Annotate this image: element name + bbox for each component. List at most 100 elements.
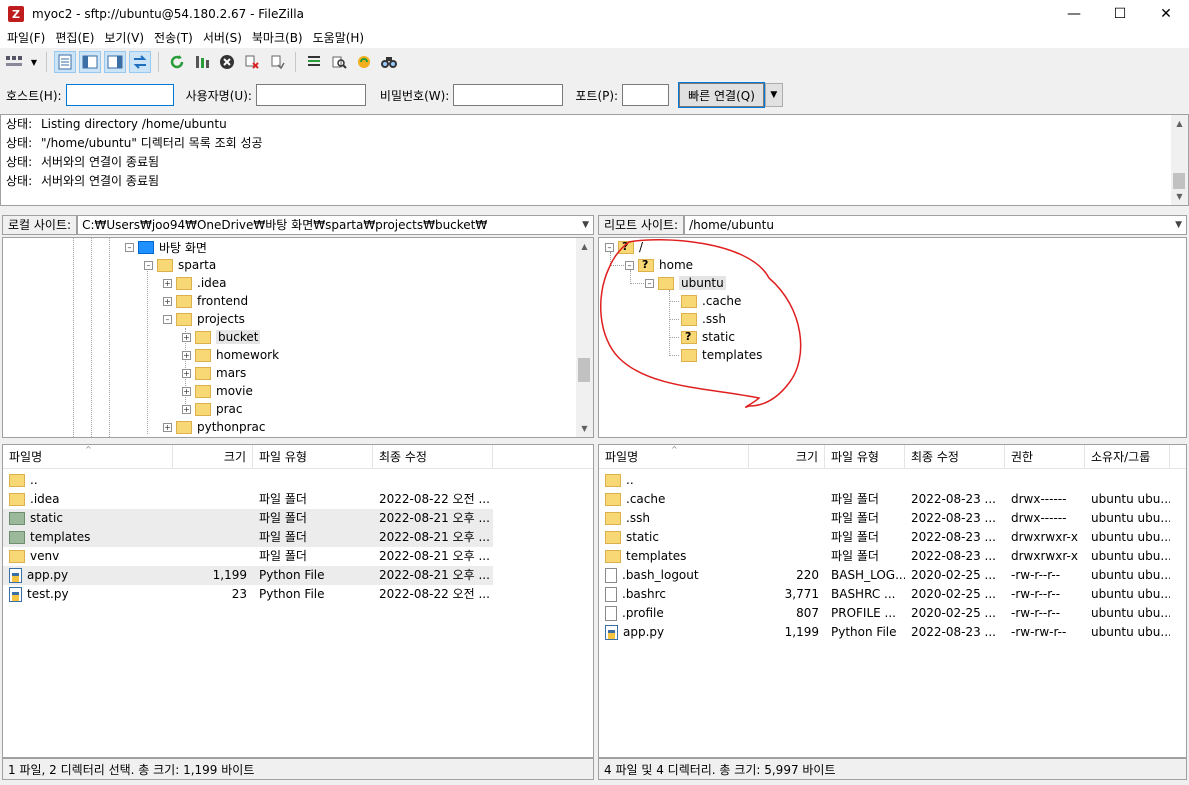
expand-icon[interactable]: + <box>163 278 172 288</box>
tree-node-projects[interactable]: – projects <box>163 310 245 328</box>
scroll-up-icon[interactable]: ▲ <box>576 238 593 255</box>
reconnect-icon[interactable] <box>266 51 288 73</box>
minimize-button[interactable]: — <box>1051 0 1097 28</box>
table-row[interactable]: static 파일 폴더 2022-08-23 ... drwxrwxr-x u… <box>599 528 1186 547</box>
password-input[interactable] <box>453 84 564 106</box>
collapse-icon[interactable]: – <box>605 242 614 252</box>
column-header-size[interactable]: 크기 <box>749 445 825 469</box>
collapse-icon[interactable]: – <box>163 314 172 324</box>
remote-site-label: 리모트 사이트: <box>598 215 685 235</box>
table-row[interactable]: .bash_logout 220 BASH_LOG... 2020-02-25 … <box>599 566 1186 585</box>
collapse-icon[interactable]: – <box>144 260 153 270</box>
refresh-icon[interactable] <box>166 51 188 73</box>
tree-node-movie[interactable]: + movie <box>182 382 253 400</box>
chevron-down-icon[interactable]: ▼ <box>1175 216 1182 234</box>
menu-transfer[interactable]: 전송(T) <box>149 28 198 48</box>
expand-icon[interactable]: + <box>163 296 172 306</box>
tree-node-frontend[interactable]: + frontend <box>163 292 248 310</box>
menu-server[interactable]: 서버(S) <box>198 28 247 48</box>
tree-node-idea[interactable]: + .idea <box>163 274 227 292</box>
scroll-up-icon[interactable]: ▲ <box>1171 115 1188 132</box>
remote-tree-cache[interactable]: .cache <box>681 292 741 310</box>
expand-icon[interactable]: + <box>182 404 191 414</box>
remote-tree-ubuntu[interactable]: – ubuntu <box>645 274 726 292</box>
table-row[interactable]: app.py 1,199 Python File 2022-08-21 오후 .… <box>3 566 593 585</box>
expand-icon[interactable]: + <box>182 332 191 342</box>
menu-bookmarks[interactable]: 북마크(B) <box>247 28 308 48</box>
maximize-button[interactable]: ☐ <box>1097 0 1143 28</box>
port-input[interactable] <box>622 84 670 106</box>
column-header-modified[interactable]: 최종 수정 <box>905 445 1005 469</box>
disconnect-icon[interactable] <box>241 51 263 73</box>
collapse-icon[interactable]: – <box>625 260 634 270</box>
local-path-input[interactable]: C:₩Users₩joo94₩OneDrive₩바탕 화면₩sparta₩pro… <box>77 215 594 235</box>
table-row[interactable]: .. <box>3 471 593 490</box>
remote-tree-static[interactable]: static <box>681 328 735 346</box>
cancel-operation-icon[interactable] <box>216 51 238 73</box>
host-input[interactable] <box>65 84 174 106</box>
table-row[interactable]: templates 파일 폴더 2022-08-21 오후 ... <box>3 528 593 547</box>
menu-help[interactable]: 도움말(H) <box>308 28 370 48</box>
username-input[interactable] <box>255 84 366 106</box>
scrollbar-thumb[interactable] <box>578 358 590 382</box>
table-row[interactable]: venv 파일 폴더 2022-08-21 오후 ... <box>3 547 593 566</box>
remote-tree-ssh[interactable]: .ssh <box>681 310 726 328</box>
menu-edit[interactable]: 편집(E) <box>50 28 99 48</box>
column-header-modified[interactable]: 최종 수정 <box>373 445 493 469</box>
table-row[interactable]: test.py 23 Python File 2022-08-22 오전 ... <box>3 585 593 604</box>
table-row[interactable]: .profile 807 PROFILE ... 2020-02-25 ... … <box>599 604 1186 623</box>
table-row[interactable]: .. <box>599 471 1186 490</box>
column-header-type[interactable]: 파일 유형 <box>253 445 373 469</box>
table-row[interactable]: app.py 1,199 Python File 2022-08-23 ... … <box>599 623 1186 642</box>
process-queue-icon[interactable] <box>191 51 213 73</box>
expand-icon[interactable]: + <box>182 368 191 378</box>
log-scrollbar[interactable]: ▲ ▼ <box>1171 115 1188 205</box>
toggle-local-tree-icon[interactable] <box>79 51 101 73</box>
quickconnect-dropdown-icon[interactable]: ▼ <box>764 83 783 107</box>
local-tree-scrollbar[interactable]: ▲ ▼ <box>576 238 593 437</box>
chevron-down-icon[interactable]: ▼ <box>582 216 589 234</box>
tree-node-pythonprac[interactable]: + pythonprac <box>163 418 265 436</box>
menu-file[interactable]: 파일(F) <box>2 28 50 48</box>
collapse-icon[interactable]: – <box>645 278 654 288</box>
tree-node-sparta[interactable]: – sparta <box>144 256 216 274</box>
expand-icon[interactable]: + <box>182 386 191 396</box>
remote-tree-templates[interactable]: templates <box>681 346 762 364</box>
dropdown-arrow-icon[interactable]: ▼ <box>29 51 39 73</box>
site-manager-icon[interactable] <box>4 51 26 73</box>
remote-path-input[interactable]: /home/ubuntu ▼ <box>684 215 1187 235</box>
expand-icon[interactable]: + <box>163 422 172 432</box>
tree-node-homework[interactable]: + homework <box>182 346 279 364</box>
table-row[interactable]: templates 파일 폴더 2022-08-23 ... drwxrwxr-… <box>599 547 1186 566</box>
directory-listing-filter-icon[interactable] <box>303 51 325 73</box>
toggle-remote-tree-icon[interactable] <box>104 51 126 73</box>
table-row[interactable]: static 파일 폴더 2022-08-21 오후 ... <box>3 509 593 528</box>
remote-tree-home[interactable]: – home <box>625 256 693 274</box>
remote-tree-root[interactable]: – / <box>605 238 643 256</box>
sync-browsing-icon[interactable] <box>353 51 375 73</box>
expand-icon[interactable]: + <box>182 350 191 360</box>
quickconnect-button[interactable]: 빠른 연결(Q) <box>678 82 765 108</box>
table-row[interactable]: .bashrc 3,771 BASHRC ... 2020-02-25 ... … <box>599 585 1186 604</box>
tree-node-bucket[interactable]: + bucket <box>182 328 261 346</box>
scrollbar-thumb[interactable] <box>1173 173 1185 189</box>
search-icon[interactable] <box>328 51 350 73</box>
toggle-message-log-icon[interactable] <box>54 51 76 73</box>
scroll-down-icon[interactable]: ▼ <box>576 420 593 437</box>
tree-node-mars[interactable]: + mars <box>182 364 246 382</box>
table-row[interactable]: .ssh 파일 폴더 2022-08-23 ... drwx------ ubu… <box>599 509 1186 528</box>
table-row[interactable]: .idea 파일 폴더 2022-08-22 오전 ... <box>3 490 593 509</box>
table-row[interactable]: .cache 파일 폴더 2022-08-23 ... drwx------ u… <box>599 490 1186 509</box>
column-header-size[interactable]: 크기 <box>173 445 253 469</box>
scroll-down-icon[interactable]: ▼ <box>1171 188 1188 205</box>
column-header-permissions[interactable]: 권한 <box>1005 445 1085 469</box>
column-header-type[interactable]: 파일 유형 <box>825 445 905 469</box>
collapse-icon[interactable]: – <box>125 242 134 252</box>
toggle-transfer-queue-icon[interactable] <box>129 51 151 73</box>
find-files-icon[interactable] <box>378 51 400 73</box>
menu-view[interactable]: 보기(V) <box>99 28 149 48</box>
column-header-owner[interactable]: 소유자/그룹 <box>1085 445 1170 469</box>
tree-node-desktop[interactable]: – 바탕 화면 <box>125 238 207 256</box>
tree-node-prac[interactable]: + prac <box>182 400 243 418</box>
close-button[interactable]: ✕ <box>1143 0 1189 28</box>
